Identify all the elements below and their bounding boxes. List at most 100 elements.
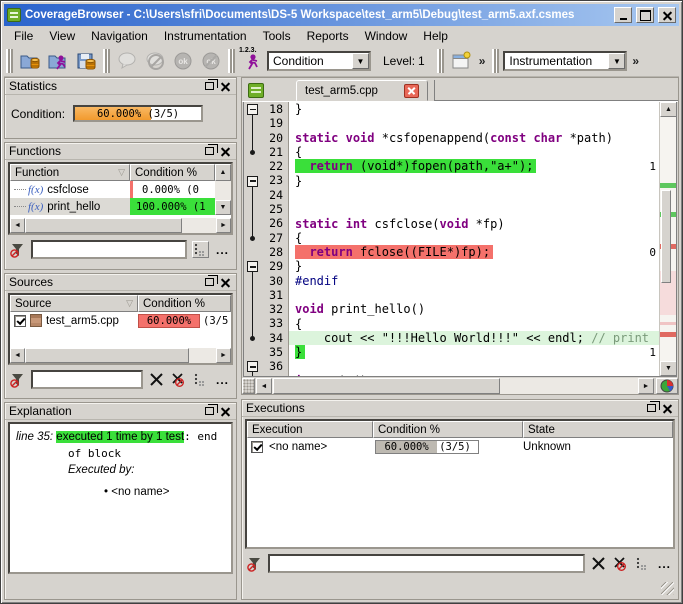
sources-row[interactable]: test_arm5.cpp60.000%(3/5 <box>10 312 231 329</box>
float-panel-icon[interactable] <box>644 402 658 415</box>
close-panel-icon[interactable] <box>218 276 232 289</box>
toolbar-grip[interactable] <box>492 49 499 73</box>
functions-row[interactable]: f(x)csfclose0.000% (0 <box>10 181 231 198</box>
column-header-condition[interactable]: Condition % <box>138 295 231 312</box>
scroll-right-icon[interactable]: ► <box>216 218 231 233</box>
code-line-30[interactable]: 30#endif <box>244 274 659 288</box>
scroll-right-icon[interactable]: ► <box>216 348 231 363</box>
float-panel-icon[interactable] <box>202 80 216 93</box>
editor-menu-button[interactable] <box>244 80 268 101</box>
combo-dropdown-icon[interactable]: ▼ <box>608 53 625 69</box>
scroll-left-icon[interactable]: ◄ <box>256 378 272 394</box>
toolbar-grip[interactable] <box>6 49 13 73</box>
filter-disabled-icon[interactable] <box>9 371 26 388</box>
executions-panel-titlebar[interactable]: Executions <box>242 400 678 417</box>
executions-filter-input[interactable] <box>268 554 585 573</box>
source-checkbox[interactable] <box>14 315 26 327</box>
code-line-21[interactable]: 21{ <box>244 145 659 159</box>
coverage-method-button[interactable]: 1.2.3. <box>239 48 265 74</box>
comment-button[interactable] <box>114 48 140 74</box>
code-line-29[interactable]: 29} <box>244 259 659 273</box>
menu-help[interactable]: Help <box>415 27 456 45</box>
code-line-22[interactable]: 22 return (void*)fopen(path,"a+");1 <box>244 159 659 173</box>
remove-filter-icon[interactable] <box>170 371 187 388</box>
functions-panel-titlebar[interactable]: Functions <box>5 143 236 160</box>
menu-navigation[interactable]: Navigation <box>83 27 156 45</box>
window-resize-grip[interactable] <box>661 582 674 595</box>
editor-hscrollbar[interactable]: ◄ ► <box>242 377 678 394</box>
maximize-button[interactable] <box>636 7 654 23</box>
column-header-condition[interactable]: Condition % <box>373 421 523 438</box>
column-header-state[interactable]: State <box>523 421 673 438</box>
close-panel-icon[interactable] <box>218 145 232 158</box>
scroll-left-icon[interactable]: ◄ <box>10 348 25 363</box>
fold-box-icon[interactable] <box>244 259 263 273</box>
fold-box-icon[interactable] <box>244 102 263 116</box>
remove-filter-icon[interactable] <box>612 555 629 572</box>
functions-vscrollbar[interactable]: ▼ <box>215 181 231 215</box>
scrollbar-thumb[interactable] <box>273 378 500 394</box>
float-panel-icon[interactable] <box>202 276 216 289</box>
close-panel-icon[interactable] <box>660 402 674 415</box>
toolbar-overflow-button[interactable]: » <box>629 54 642 68</box>
filter-more-button[interactable]: ... <box>214 243 231 257</box>
filter-options-icon[interactable] <box>192 371 209 388</box>
column-header-condition[interactable]: Condition % <box>130 164 215 181</box>
editor-vscrollbar[interactable]: ▲ ▼ <box>659 102 676 376</box>
statistics-panel-titlebar[interactable]: Statistics <box>5 78 236 95</box>
filter-more-button[interactable]: ... <box>656 557 673 571</box>
fold-box-icon[interactable] <box>244 173 263 187</box>
scrollbar-thumb[interactable] <box>661 190 671 283</box>
code-line-24[interactable]: 24 <box>244 188 659 202</box>
open-database-button[interactable] <box>17 48 43 74</box>
toolbar-grip[interactable] <box>103 49 110 73</box>
instrumentation-combo[interactable]: Instrumentation ▼ <box>503 51 627 71</box>
scroll-down-icon[interactable]: ▼ <box>215 200 231 215</box>
splitter-grip[interactable] <box>242 378 255 394</box>
menu-view[interactable]: View <box>41 27 83 45</box>
toolbar-grip[interactable] <box>228 49 235 73</box>
code-line-31[interactable]: 31 <box>244 288 659 302</box>
code-line-35[interactable]: 35}1 <box>244 345 659 359</box>
menu-instrumentation[interactable]: Instrumentation <box>156 27 255 45</box>
tab-test-arm5-cpp[interactable]: test_arm5.cpp <box>296 80 428 101</box>
code-line-20[interactable]: 20static void *csfopenappend(const char … <box>244 131 659 145</box>
scroll-right-icon[interactable]: ► <box>638 378 654 394</box>
code-line-36[interactable]: 36 <box>244 359 659 373</box>
unvalidate-button[interactable]: ok <box>198 48 224 74</box>
column-header-source[interactable]: Source▽ <box>10 295 138 312</box>
executions-row[interactable]: <no name>60.000%(3/5)Unknown <box>247 438 673 455</box>
open-execution-button[interactable] <box>45 48 71 74</box>
code-line-32[interactable]: 32void print_hello() <box>244 302 659 316</box>
execution-checkbox[interactable] <box>251 441 263 453</box>
sources-hscrollbar[interactable]: ◄ ► <box>10 348 231 363</box>
code-line-37[interactable]: 37int main() <box>244 374 659 376</box>
close-panel-icon[interactable] <box>218 405 232 418</box>
fold-box-icon[interactable] <box>244 359 263 373</box>
functions-row[interactable]: f(x)print_hello100.000% (1 <box>10 198 231 215</box>
filter-options-icon[interactable] <box>634 555 651 572</box>
clear-filter-icon[interactable] <box>148 371 165 388</box>
new-window-button[interactable] <box>448 48 474 74</box>
scroll-up-icon[interactable]: ▲ <box>215 164 231 181</box>
code-line-33[interactable]: 33{ <box>244 316 659 330</box>
column-header-function[interactable]: Function▽ <box>10 164 130 181</box>
toolbar-grip[interactable] <box>437 49 444 73</box>
toolbar-overflow-button[interactable]: » <box>476 54 489 68</box>
filter-more-button[interactable]: ... <box>214 373 231 387</box>
remove-comment-button[interactable] <box>142 48 168 74</box>
coverage-method-combo[interactable]: Condition ▼ <box>267 51 371 71</box>
filter-disabled-icon[interactable] <box>246 555 263 572</box>
code-line-34[interactable]: 34 cout << "!!!Hello World!!!" << endl; … <box>244 331 659 345</box>
save-database-button[interactable] <box>73 48 99 74</box>
code-line-25[interactable]: 25 <box>244 202 659 216</box>
functions-hscrollbar[interactable]: ◄ ► <box>10 218 231 233</box>
filter-disabled-icon[interactable] <box>9 241 26 258</box>
menu-window[interactable]: Window <box>357 27 416 45</box>
code-line-18[interactable]: 18} <box>244 102 659 116</box>
scroll-left-icon[interactable]: ◄ <box>10 218 25 233</box>
filter-options-icon[interactable] <box>192 241 209 258</box>
clear-filter-icon[interactable] <box>590 555 607 572</box>
explanation-panel-titlebar[interactable]: Explanation <box>5 403 236 420</box>
minimize-button[interactable] <box>614 7 632 23</box>
